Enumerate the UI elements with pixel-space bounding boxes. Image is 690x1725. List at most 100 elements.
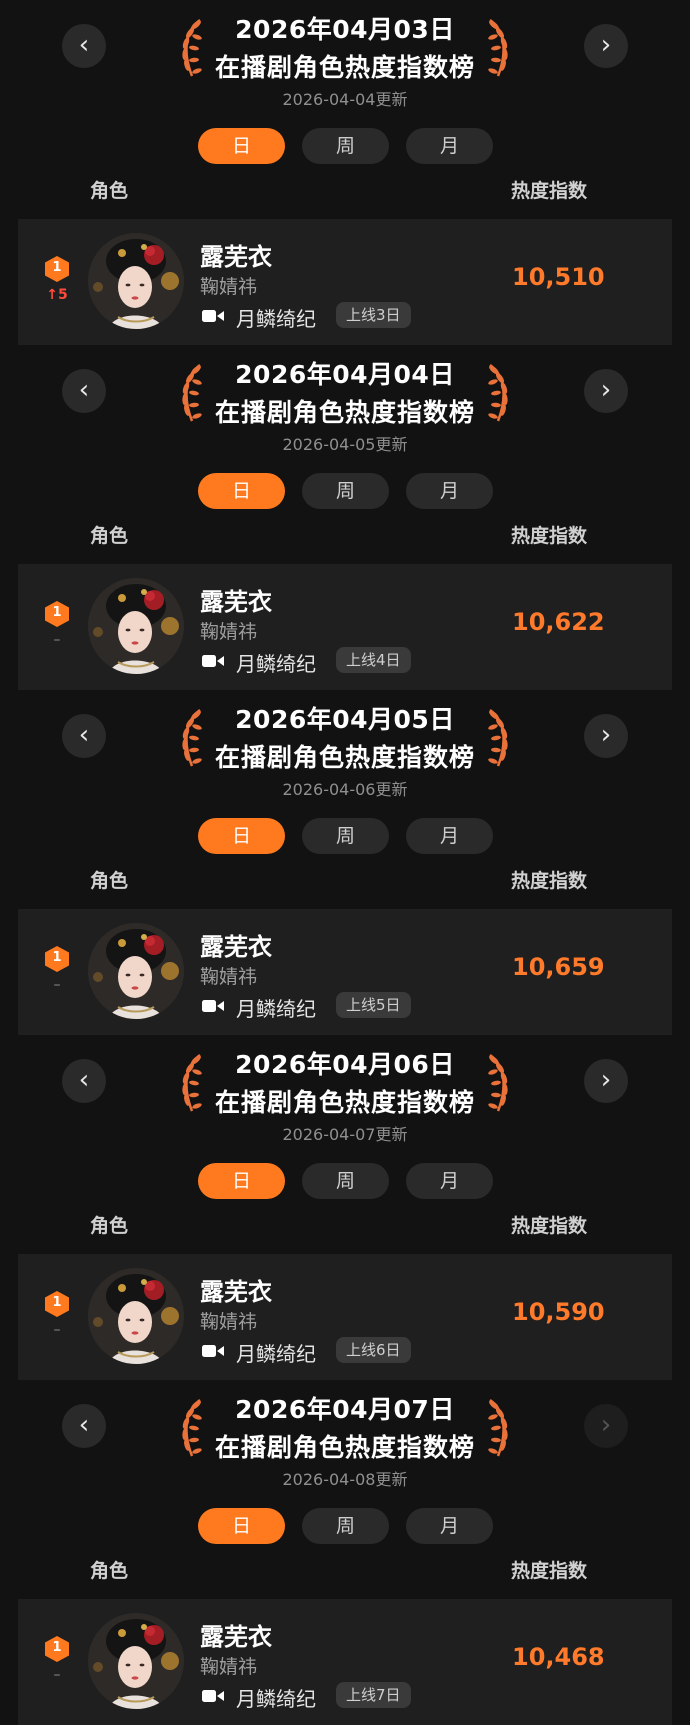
- actor-name: 鞠婧祎: [200, 276, 258, 298]
- column-header-role: 角色: [90, 870, 129, 892]
- chevron-right-icon: ›: [600, 30, 612, 60]
- video-camera-icon: [202, 1690, 224, 1702]
- next-day-button[interactable]: ›: [584, 1059, 628, 1103]
- column-header-heat: 热度指数: [511, 180, 588, 202]
- chevron-right-icon: ›: [600, 720, 612, 750]
- column-header-heat: 热度指数: [511, 525, 588, 547]
- next-day-button[interactable]: ›: [584, 24, 628, 68]
- next-day-button[interactable]: ›: [584, 714, 628, 758]
- rank-number: 1: [52, 1640, 62, 1655]
- update-time: 2026-04-04更新: [282, 90, 408, 109]
- heat-index-value: 10,510: [512, 263, 605, 291]
- online-days-badge: 上线7日: [336, 1682, 411, 1708]
- rank-number: 1: [52, 260, 62, 275]
- daily-ranking-section: ‹ 2026年04月04日 在播剧角色热度指数榜 2026-04-05更新 › …: [0, 345, 690, 690]
- online-days-badge: 上线5日: [336, 992, 411, 1018]
- character-avatar[interactable]: [88, 1268, 184, 1364]
- drama-title[interactable]: 月鳞绮纪: [236, 993, 316, 1022]
- character-avatar[interactable]: [88, 923, 184, 1019]
- update-time: 2026-04-06更新: [282, 780, 408, 799]
- rank-number: 1: [52, 605, 62, 620]
- drama-title[interactable]: 月鳞绮纪: [236, 303, 316, 332]
- tab-week[interactable]: 周: [302, 1508, 389, 1544]
- tab-week[interactable]: 周: [302, 128, 389, 164]
- avatar-image: [88, 578, 184, 674]
- video-camera-icon: [202, 655, 224, 667]
- tab-week[interactable]: 周: [302, 1163, 389, 1199]
- next-day-button[interactable]: ›: [584, 369, 628, 413]
- ranking-row[interactable]: 1 –: [18, 1254, 672, 1380]
- heat-index-value: 10,590: [512, 1298, 605, 1326]
- tab-week[interactable]: 周: [302, 818, 389, 854]
- actor-name: 鞠婧祎: [200, 1311, 258, 1333]
- ranking-page: ‹ 2026年04月03日 在播剧角色热度指数榜 2026-04-04更新 › …: [0, 0, 690, 1725]
- character-name: 露芜衣: [200, 1623, 272, 1651]
- tab-day[interactable]: 日: [198, 128, 285, 164]
- column-header-role: 角色: [90, 180, 129, 202]
- avatar-image: [88, 1268, 184, 1364]
- online-days-badge: 上线4日: [336, 647, 411, 673]
- rank-change: –: [53, 632, 61, 648]
- tab-week[interactable]: 周: [302, 473, 389, 509]
- column-header-heat: 热度指数: [511, 1560, 588, 1582]
- avatar-image: [88, 1613, 184, 1709]
- period-tabs: 日 周 月: [198, 818, 493, 854]
- chevron-right-icon: ›: [600, 1065, 612, 1095]
- character-avatar[interactable]: [88, 233, 184, 329]
- daily-ranking-section: ‹ 2026年04月07日 在播剧角色热度指数榜 2026-04-08更新 › …: [0, 1380, 690, 1725]
- online-days-badge: 上线6日: [336, 1337, 411, 1363]
- heat-index-value: 10,622: [512, 608, 605, 636]
- ranking-row[interactable]: 1 –: [18, 564, 672, 690]
- heat-index-value: 10,468: [512, 1643, 605, 1671]
- tab-month[interactable]: 月: [406, 128, 493, 164]
- ranking-row[interactable]: 1 –: [18, 1599, 672, 1725]
- daily-ranking-section: ‹ 2026年04月06日 在播剧角色热度指数榜 2026-04-07更新 › …: [0, 1035, 690, 1380]
- rank-number: 1: [52, 1295, 62, 1310]
- ranking-row[interactable]: 1 ↑5 露芜衣 鞠婧祎 月鳞绮纪 上线3日 10,510: [18, 219, 672, 345]
- heat-index-value: 10,659: [512, 953, 605, 981]
- ranking-row[interactable]: 1 –: [18, 909, 672, 1035]
- character-avatar[interactable]: [88, 1613, 184, 1709]
- tab-month[interactable]: 月: [406, 1508, 493, 1544]
- video-camera-icon: [202, 1000, 224, 1012]
- avatar-image: [88, 923, 184, 1019]
- period-tabs: 日 周 月: [198, 128, 493, 164]
- drama-title[interactable]: 月鳞绮纪: [236, 648, 316, 677]
- chevron-right-icon: ›: [600, 1410, 612, 1440]
- tab-day[interactable]: 日: [198, 818, 285, 854]
- actor-name: 鞠婧祎: [200, 966, 258, 988]
- chevron-right-icon: ›: [600, 375, 612, 405]
- character-avatar[interactable]: [88, 578, 184, 674]
- column-header-role: 角色: [90, 525, 129, 547]
- tab-month[interactable]: 月: [406, 1163, 493, 1199]
- character-name: 露芜衣: [200, 243, 272, 271]
- online-days-badge: 上线3日: [336, 302, 411, 328]
- rank-change: –: [53, 1322, 61, 1338]
- daily-ranking-section: ‹ 2026年04月05日 在播剧角色热度指数榜 2026-04-06更新 › …: [0, 690, 690, 1035]
- tab-day[interactable]: 日: [198, 473, 285, 509]
- update-time: 2026-04-07更新: [282, 1125, 408, 1144]
- tab-day[interactable]: 日: [198, 1163, 285, 1199]
- tab-month[interactable]: 月: [406, 818, 493, 854]
- tab-month[interactable]: 月: [406, 473, 493, 509]
- actor-name: 鞠婧祎: [200, 1656, 258, 1678]
- drama-title[interactable]: 月鳞绮纪: [236, 1683, 316, 1712]
- period-tabs: 日 周 月: [198, 1508, 493, 1544]
- character-name: 露芜衣: [200, 588, 272, 616]
- column-header-role: 角色: [90, 1215, 129, 1237]
- character-name: 露芜衣: [200, 933, 272, 961]
- video-camera-icon: [202, 1345, 224, 1357]
- column-header-role: 角色: [90, 1560, 129, 1582]
- rank-change: –: [53, 977, 61, 993]
- next-day-button: ›: [584, 1404, 628, 1448]
- drama-title[interactable]: 月鳞绮纪: [236, 1338, 316, 1367]
- rank-number: 1: [52, 950, 62, 965]
- tab-day[interactable]: 日: [198, 1508, 285, 1544]
- avatar-image: [88, 233, 184, 329]
- update-time: 2026-04-05更新: [282, 435, 408, 454]
- update-time: 2026-04-08更新: [282, 1470, 408, 1489]
- column-header-heat: 热度指数: [511, 870, 588, 892]
- period-tabs: 日 周 月: [198, 473, 493, 509]
- daily-ranking-section: ‹ 2026年04月03日 在播剧角色热度指数榜 2026-04-04更新 › …: [0, 0, 690, 345]
- character-name: 露芜衣: [200, 1278, 272, 1306]
